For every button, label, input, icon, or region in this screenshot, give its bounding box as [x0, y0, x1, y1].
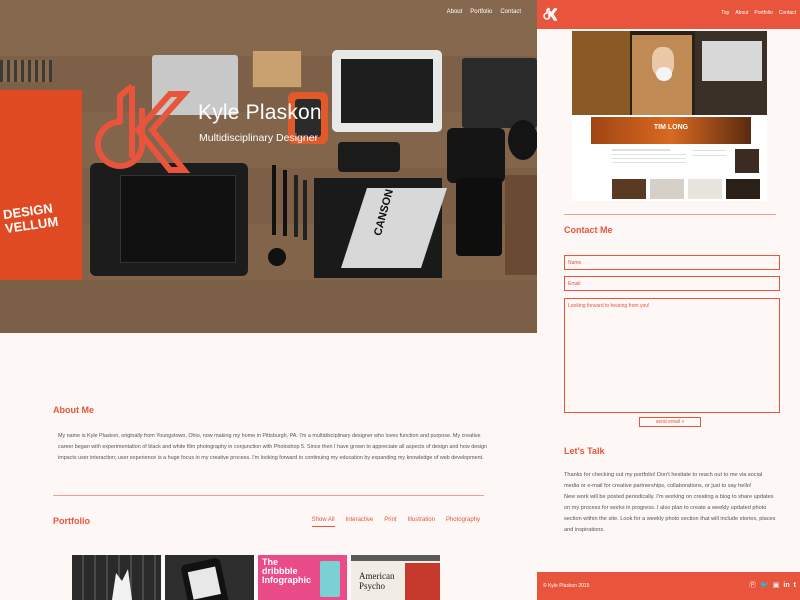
pen: [294, 175, 298, 237]
mustache-cup: [656, 67, 672, 81]
kp-logo: [95, 83, 190, 173]
notebook: [462, 58, 537, 128]
text-line: [612, 162, 686, 163]
pen: [303, 180, 307, 240]
portfolio-thumb[interactable]: [72, 555, 161, 600]
camera-lens: [456, 178, 502, 256]
text-line: [612, 154, 686, 155]
portfolio-thumb[interactable]: American Psycho: [351, 555, 440, 600]
text-line: [612, 149, 670, 151]
social-links: Ⓟ 🐦 ▣ in t: [749, 581, 796, 590]
contact-page: Top About Portfolio Contact TIM LONG Con…: [537, 0, 800, 600]
filter-show-all[interactable]: Show All: [311, 517, 335, 527]
send-email-button[interactable]: send email »: [639, 417, 701, 427]
portfolio-title: Portfolio: [53, 516, 90, 526]
pen: [272, 165, 276, 235]
tablet-surface: [120, 175, 236, 263]
nav-about[interactable]: About: [447, 9, 463, 15]
book-cover-art: [341, 188, 447, 268]
wolf-illustration-icon: [112, 569, 132, 600]
tumblr-icon[interactable]: t: [794, 581, 796, 590]
filter-print[interactable]: Print: [384, 517, 396, 527]
filter-interactive[interactable]: Interactive: [346, 517, 374, 527]
project-preview[interactable]: TIM LONG: [572, 31, 767, 201]
nav-portfolio[interactable]: Portfolio: [470, 9, 492, 15]
site-header: Top About Portfolio Contact: [537, 0, 800, 29]
talk-paragraph-2: New work will be posted periodically. I'…: [564, 494, 776, 533]
talk-title: Let's Talk: [564, 446, 605, 456]
hero-nav: About Portfolio Contact: [447, 9, 521, 15]
text-line: [692, 155, 726, 156]
name-input[interactable]: [564, 255, 780, 270]
pencils: [0, 60, 52, 82]
preview-thumb: [688, 179, 722, 199]
glass-tray: [252, 50, 302, 88]
about-title: About Me: [53, 405, 94, 415]
nav-top[interactable]: Top: [721, 10, 729, 16]
leather-notebook: [505, 175, 537, 275]
text-line: [692, 150, 726, 151]
preview-thumb: [726, 179, 760, 199]
twitter-icon[interactable]: 🐦: [760, 581, 769, 590]
nav-contact[interactable]: Contact: [500, 9, 521, 15]
preview-photo: [572, 31, 767, 115]
about-text: My name is Kyle Plaskon, originally from…: [58, 433, 488, 461]
contact-title: Contact Me: [564, 225, 613, 235]
hero-subtitle: Multidisciplinary Designer: [199, 132, 319, 144]
pen: [283, 170, 287, 236]
filter-photography[interactable]: Photography: [446, 517, 480, 527]
phone-photo: [180, 557, 230, 600]
camera-body: [447, 128, 505, 183]
portfolio-grid: The dribbble Infographic American Psycho: [72, 555, 440, 600]
instagram-icon[interactable]: ▣: [773, 581, 780, 590]
lens: [508, 120, 537, 160]
preview-banner: TIM LONG: [591, 117, 751, 144]
copyright: © Kyle Plaskon 2015: [543, 583, 590, 589]
poster-band: [351, 555, 440, 561]
thumb-label: The dribbble Infographic: [262, 557, 311, 585]
preview-thumb: [612, 179, 646, 199]
text-line: [612, 158, 686, 159]
kp-logo-small[interactable]: [543, 7, 557, 21]
section-divider: [53, 495, 484, 496]
message-textarea[interactable]: [564, 298, 780, 413]
preview-portrait: [735, 149, 759, 173]
site-nav: Top About Portfolio Contact: [721, 10, 796, 16]
photo-left: [572, 31, 630, 115]
hero-name: Kyle Plaskon: [198, 101, 322, 124]
portfolio-page: DESIGN VELLUM CANSON About Portfolio Con…: [0, 0, 537, 600]
section-divider: [564, 214, 776, 215]
nav-about[interactable]: About: [735, 10, 748, 16]
wacom-tablet: [90, 163, 248, 276]
orange-book: DESIGN VELLUM: [0, 90, 82, 280]
portfolio-thumb[interactable]: The dribbble Infographic: [258, 555, 347, 600]
phone-graphic: [320, 561, 340, 597]
hero-section: DESIGN VELLUM CANSON About Portfolio Con…: [0, 0, 537, 333]
site-footer: © Kyle Plaskon 2015 Ⓟ 🐦 ▣ in t: [537, 572, 800, 600]
email-input[interactable]: [564, 276, 780, 291]
phone: [338, 142, 400, 172]
linkedin-icon[interactable]: in: [783, 581, 789, 590]
pinterest-icon[interactable]: Ⓟ: [749, 581, 756, 590]
nav-portfolio[interactable]: Portfolio: [754, 10, 772, 16]
filter-illustration[interactable]: Illustration: [408, 517, 435, 527]
screenshot-root: DESIGN VELLUM CANSON About Portfolio Con…: [0, 0, 800, 600]
thumb-label: American Psycho: [359, 571, 395, 591]
ipad-screen: [341, 59, 433, 123]
talk-paragraph-1: Thanks for checking out my portfolio! Do…: [564, 472, 763, 489]
photo-right-window: [702, 41, 762, 81]
ipad: [332, 50, 442, 132]
sketch-book: CANSON: [314, 178, 447, 278]
lens-cap: [268, 248, 286, 266]
phone-photo-screen: [187, 566, 221, 600]
portfolio-thumb[interactable]: [165, 555, 254, 600]
talk-text: Thanks for checking out my portfolio! Do…: [564, 470, 776, 536]
banner-title: TIM LONG: [653, 124, 689, 131]
poster-art: [405, 563, 440, 600]
preview-thumb: [650, 179, 684, 199]
nav-contact[interactable]: Contact: [779, 10, 796, 16]
book-title: DESIGN VELLUM: [2, 200, 60, 237]
portfolio-filters: Show All Interactive Print Illustration …: [311, 517, 480, 527]
